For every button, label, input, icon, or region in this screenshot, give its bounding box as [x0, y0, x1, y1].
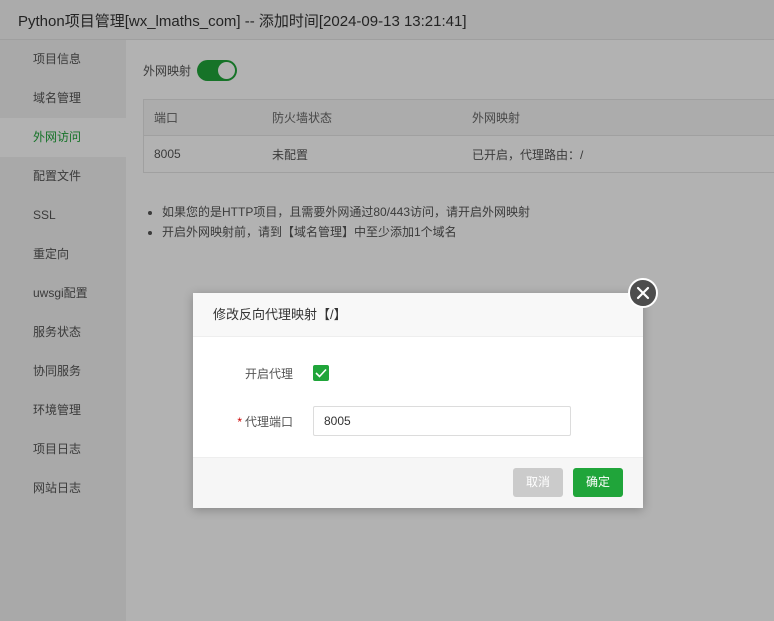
dialog-title: 修改反向代理映射【/】: [193, 293, 643, 337]
cancel-button[interactable]: 取消: [513, 468, 563, 497]
proxy-port-label: 代理端口: [244, 414, 293, 429]
proxy-port-label-wrap: * 代理端口: [193, 413, 293, 430]
dialog-footer: 取消 确定: [193, 457, 643, 508]
enable-proxy-row: 开启代理: [193, 357, 643, 389]
close-dialog-button[interactable]: [628, 278, 658, 308]
proxy-port-input[interactable]: [313, 406, 571, 436]
confirm-button[interactable]: 确定: [573, 468, 623, 497]
required-mark: *: [237, 414, 242, 429]
proxy-port-row: * 代理端口: [193, 405, 643, 437]
project-manager-window: Python项目管理[wx_lmaths_com] -- 添加时间[2024-0…: [0, 0, 774, 621]
enable-proxy-label: 开启代理: [244, 366, 293, 381]
reverse-proxy-dialog: 修改反向代理映射【/】 开启代理 *代理端口 取消 确定: [193, 293, 643, 508]
checkmark-icon: [315, 368, 327, 378]
close-icon: [636, 286, 650, 300]
enable-proxy-checkbox[interactable]: [313, 365, 329, 381]
